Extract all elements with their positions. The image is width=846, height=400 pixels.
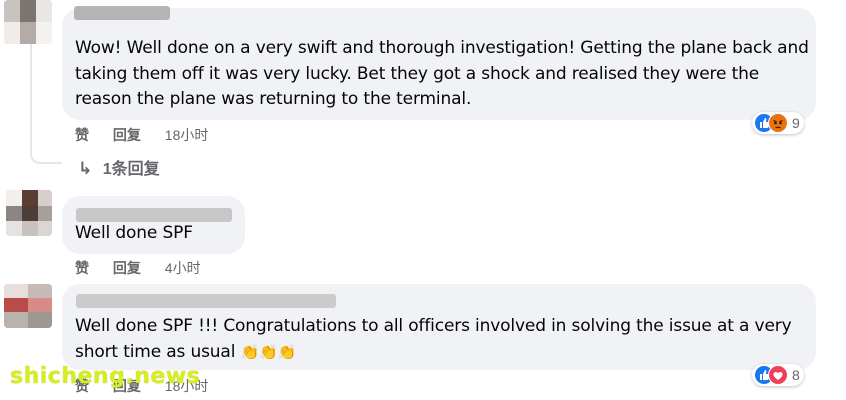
reply-button[interactable]: 回复 bbox=[113, 125, 141, 145]
comment-actions: 赞 回复 4小时 bbox=[75, 258, 201, 278]
comment-bubble: Wow! Well done on a very swift and thoro… bbox=[62, 6, 816, 120]
commenter-name[interactable] bbox=[76, 208, 232, 222]
clapping-hands-icon: 👏 bbox=[240, 342, 260, 361]
comment-text-line-content: short time as usual bbox=[75, 341, 236, 362]
love-icon bbox=[768, 365, 788, 385]
comment-timestamp[interactable]: 18小时 bbox=[165, 125, 209, 145]
comment-text-line: taking them off it was very lucky. Bet t… bbox=[75, 63, 760, 84]
commenter-avatar[interactable] bbox=[4, 284, 52, 328]
view-replies-label: 1条回复 bbox=[102, 161, 160, 178]
site-watermark: shicheng.news bbox=[10, 364, 201, 389]
reaction-count: 8 bbox=[792, 367, 800, 383]
comment-text: Well done SPF !!! Congratulations to all… bbox=[75, 314, 820, 365]
like-button[interactable]: 赞 bbox=[75, 258, 89, 278]
commenter-avatar[interactable] bbox=[6, 190, 52, 236]
comment-bubble: Well done SPF !!! Congratulations to all… bbox=[62, 284, 816, 370]
view-replies-link[interactable]: ↳ 1条回复 bbox=[78, 155, 160, 179]
clapping-hands-icon: 👏 bbox=[277, 342, 297, 361]
comment-text-line: Wow! Well done on a very swift and thoro… bbox=[75, 38, 809, 58]
comment-text: Well done SPF bbox=[75, 221, 193, 247]
comment-text-line: reason the plane was returning to the te… bbox=[75, 89, 472, 109]
comment-timestamp[interactable]: 4小时 bbox=[165, 258, 201, 278]
comment-text-line: Well done SPF bbox=[75, 223, 193, 243]
comment-text: Wow! Well done on a very swift and thoro… bbox=[75, 36, 820, 113]
commenter-avatar[interactable] bbox=[4, 0, 52, 44]
reply-arrow-icon: ↳ bbox=[78, 159, 93, 178]
commenter-name[interactable] bbox=[76, 294, 336, 308]
clapping-hands-icon: 👏 bbox=[259, 342, 278, 361]
commenter-name[interactable] bbox=[74, 6, 170, 20]
angry-icon bbox=[768, 113, 788, 133]
comment-text-line: Well done SPF !!! Congratulations to all… bbox=[75, 316, 792, 336]
reply-thread-connector bbox=[30, 44, 62, 164]
reaction-summary[interactable]: 8 bbox=[752, 364, 804, 386]
comment-actions: 赞 回复 18小时 bbox=[75, 125, 208, 145]
comment-text-line: short time as usual 👏👏👏 bbox=[75, 340, 820, 366]
reaction-count: 9 bbox=[792, 115, 800, 131]
like-button[interactable]: 赞 bbox=[75, 125, 89, 145]
comment-bubble: Well done SPF bbox=[62, 196, 245, 254]
reaction-summary[interactable]: 9 bbox=[752, 112, 804, 134]
reply-button[interactable]: 回复 bbox=[113, 258, 141, 278]
